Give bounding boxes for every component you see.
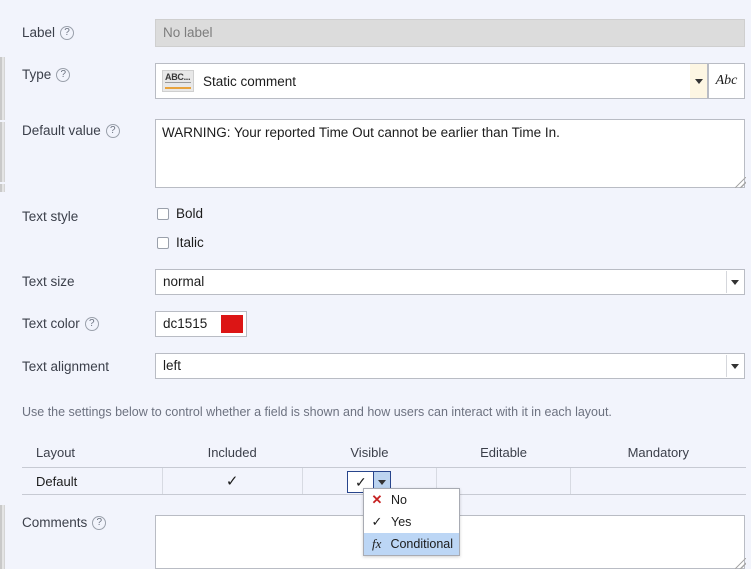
default-value-label-text: Default value [22,123,101,138]
label-input: No label [155,19,745,47]
text-color-value[interactable]: dc1515 [163,316,207,331]
cell-mandatory[interactable] [570,467,746,495]
text-color-input-group[interactable]: dc1515 [155,311,247,337]
help-icon[interactable]: ? [60,25,75,40]
column-header-mandatory: Mandatory [570,440,746,468]
menu-item-yes[interactable]: ✓ Yes [364,511,459,533]
field-settings-panel: Label ? No label Type ? ABC... Static co… [0,0,751,569]
italic-label: Italic [176,235,204,250]
chevron-down-icon [731,279,739,285]
comments-field-label: Comments ? [22,515,107,530]
help-icon[interactable]: ? [92,515,107,530]
visible-dropdown-menu[interactable]: ✕ No ✓ Yes fx Conditional [363,488,460,556]
abc-static-text-icon: ABC... [162,70,194,92]
text-alignment-value: left [163,358,182,373]
text-size-field-label: Text size [22,274,75,289]
menu-item-conditional-label: Conditional [390,537,453,551]
menu-item-conditional[interactable]: fx Conditional [364,533,459,555]
menu-item-yes-label: Yes [391,515,412,529]
help-icon[interactable]: ? [84,316,99,331]
default-value-textarea[interactable]: WARNING: Your reported Time Out cannot b… [155,119,745,188]
default-value-field-label: Default value ? [22,123,120,138]
bold-label: Bold [176,206,204,221]
abc-icon-text: ABC... [165,72,191,82]
type-label-text: Type [22,67,52,82]
table-header-row: Layout Included Visible Editable Mandato… [22,440,746,468]
comments-label-text: Comments [22,515,88,530]
label-field-label: Label ? [22,25,75,40]
type-value: Static comment [203,73,297,89]
layout-permissions-table: Layout Included Visible Editable Mandato… [22,440,746,495]
column-header-included: Included [162,440,303,468]
type-field-label: Type ? [22,67,71,82]
menu-item-no-label: No [391,493,407,507]
italic-checkbox-row[interactable]: Italic [157,235,204,250]
fx-function-icon: fx [372,536,382,551]
text-size-select[interactable]: normal [155,269,745,295]
chevron-down-icon [731,363,739,369]
help-icon[interactable]: ? [56,67,71,82]
abc-format-button[interactable]: Abc [708,63,745,99]
chevron-down-icon [694,78,703,84]
column-header-editable: Editable [436,440,571,468]
italic-checkbox[interactable] [157,236,169,249]
cross-icon: ✕ [371,492,383,507]
text-alignment-dropdown-button[interactable] [726,355,743,377]
color-swatch[interactable] [221,315,243,333]
help-icon[interactable]: ? [105,123,120,138]
chevron-down-icon [378,479,387,485]
label-text: Label [22,25,56,40]
text-alignment-label-text: Text alignment [22,359,110,374]
column-header-visible: Visible [302,440,437,468]
bold-checkbox-row[interactable]: Bold [157,206,203,221]
text-alignment-field-label: Text alignment [22,359,109,374]
check-icon: ✓ [225,473,239,490]
check-icon: ✓ [371,514,383,529]
menu-item-no[interactable]: ✕ No [364,489,459,511]
text-alignment-select[interactable]: left [155,353,745,379]
type-dropdown-button[interactable] [690,63,708,99]
layout-help-text: Use the settings below to control whethe… [22,405,612,419]
type-combobox[interactable]: ABC... Static comment [155,63,700,99]
text-size-dropdown-button[interactable] [726,271,743,293]
cell-included[interactable]: ✓ [162,467,303,495]
cell-layout-name: Default [22,467,163,495]
text-size-label-text: Text size [22,274,75,289]
text-style-label-text: Text style [22,209,79,224]
panel-left-edge [0,0,5,569]
text-color-label-text: Text color [22,316,80,331]
text-style-field-label: Text style [22,209,78,224]
column-header-layout: Layout [22,440,162,468]
text-color-field-label: Text color ? [22,316,99,331]
bold-checkbox[interactable] [157,207,169,220]
text-size-value: normal [163,274,205,289]
